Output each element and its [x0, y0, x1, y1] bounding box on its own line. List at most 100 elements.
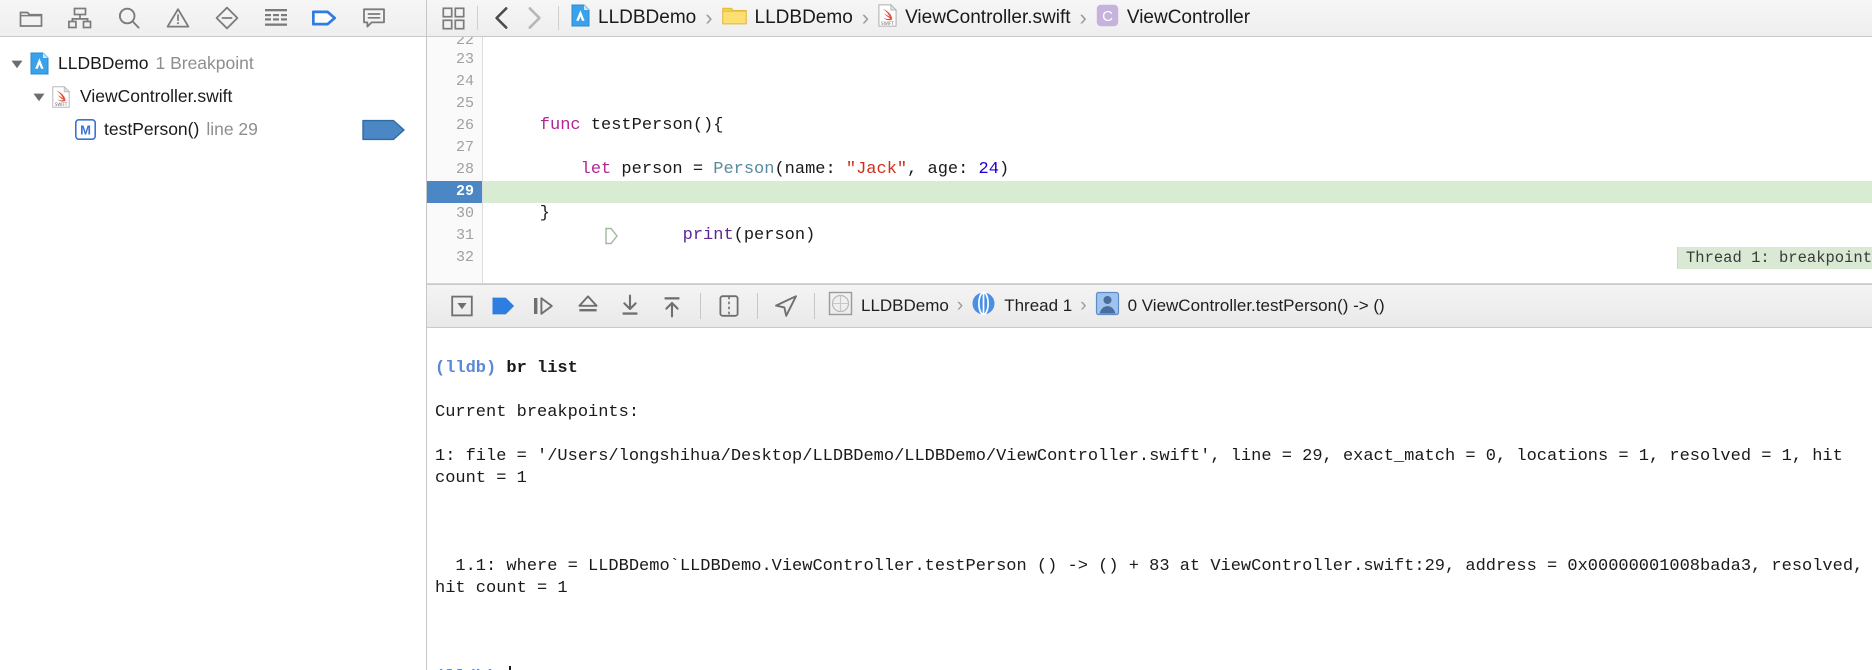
chevron-right-icon[interactable] — [518, 5, 550, 31]
debugbar-divider-1 — [700, 293, 701, 319]
project-name: LLDBDemo — [58, 53, 148, 74]
breadcrumb-item-symbol[interactable]: C ViewController — [1096, 4, 1250, 33]
breadcrumb-chevron-icon: › — [957, 295, 963, 317]
breadcrumb-item-project[interactable]: LLDBDemo — [571, 4, 696, 33]
code-line: let person = Person(name: "Jack", age: 2… — [483, 159, 1872, 181]
stack-frame-icon — [1095, 291, 1120, 321]
breadcrumb-item-file[interactable]: SWIFT ViewController.swift — [878, 4, 1070, 33]
warning-triangle-icon[interactable] — [165, 6, 191, 30]
console-output-blank — [435, 512, 1872, 534]
code-line-current: print(person) Thread 1: breakpoint — [483, 181, 1872, 203]
console-input-line[interactable]: (lldb) — [435, 666, 1872, 670]
thread-icon — [971, 291, 996, 321]
debugbar-divider-3 — [814, 293, 815, 319]
line-number-gutter[interactable]: 22 23 24 25 26 27 28 29 30 31 32 — [427, 37, 483, 283]
search-icon[interactable] — [116, 6, 142, 30]
step-out-up-icon[interactable] — [651, 291, 693, 321]
line-number: 23 — [427, 49, 482, 71]
class-c-icon: C — [1096, 4, 1119, 33]
text-caret — [509, 666, 511, 670]
hide-debug-area-icon[interactable] — [441, 291, 483, 321]
console-output-line: Current breakpoints: — [435, 402, 1872, 424]
breakpoint-count: 1 Breakpoint — [155, 53, 253, 74]
debug-breadcrumb-label: Thread 1 — [1004, 296, 1072, 316]
line-number: 22 — [427, 37, 482, 49]
navigator-panel: LLDBDemo 1 Breakpoint SWIFT ViewControll… — [0, 0, 427, 670]
breadcrumb-label: ViewController — [1127, 7, 1250, 29]
folder-yellow-icon — [722, 5, 747, 31]
breadcrumb-label: ViewController.swift — [905, 7, 1070, 29]
tree-row-breakpoint[interactable]: M testPerson() line 29 — [0, 113, 426, 146]
code-line — [483, 37, 1872, 49]
swift-file-icon: SWIFT — [878, 4, 897, 33]
breadcrumb: LLDBDemo › LLDBDemo › — [571, 4, 1250, 33]
debug-console[interactable]: (lldb) br list Current breakpoints: 1: f… — [427, 328, 1872, 670]
code-line: func testPerson(){ — [483, 115, 1872, 137]
debug-breadcrumb-label: 0 ViewController.testPerson() -> () — [1128, 296, 1385, 316]
breakpoint-navigator-tree: LLDBDemo 1 Breakpoint SWIFT ViewControll… — [0, 37, 426, 670]
tree-row-file[interactable]: SWIFT ViewController.swift — [0, 80, 426, 113]
jumpbar-divider-1 — [477, 6, 478, 30]
simulate-location-icon[interactable] — [765, 291, 807, 321]
code-line — [483, 49, 1872, 71]
svg-text:SWIFT: SWIFT — [881, 20, 894, 25]
chevron-left-icon[interactable] — [486, 5, 518, 31]
file-name: ViewController.swift — [80, 86, 232, 107]
report-bubble-icon[interactable] — [361, 6, 387, 30]
console-output-blank-2 — [435, 622, 1872, 644]
step-over-icon[interactable] — [525, 291, 567, 321]
test-diamond-icon[interactable] — [214, 6, 240, 30]
tree-row-project[interactable]: LLDBDemo 1 Breakpoint — [0, 47, 426, 80]
line-number: 25 — [427, 93, 482, 115]
console-output-line: 1: file = '/Users/longshihua/Desktop/LLD… — [435, 446, 1872, 490]
disclosure-spacer — [52, 119, 74, 141]
program-counter-icon — [483, 203, 497, 225]
console-output-line: 1.1: where = LLDBDemo`LLDBDemo.ViewContr… — [435, 556, 1872, 600]
step-into-icon[interactable] — [567, 291, 609, 321]
disclosure-triangle-file[interactable] — [28, 86, 50, 108]
code-line — [483, 137, 1872, 159]
method-badge-icon: M — [74, 118, 96, 142]
jumpbar-divider-2 — [558, 6, 559, 30]
line-number-current[interactable]: 29 — [427, 181, 482, 203]
lldb-prompt: (lldb) — [435, 359, 496, 378]
source-editor[interactable]: 22 23 24 25 26 27 28 29 30 31 32 func te… — [427, 37, 1872, 284]
breakpoint-line: line 29 — [206, 119, 258, 140]
jump-bar: LLDBDemo › LLDBDemo › — [427, 0, 1872, 37]
disclosure-triangle-project[interactable] — [6, 53, 28, 75]
thread-annotation[interactable]: Thread 1: breakpoint — [1677, 247, 1872, 269]
breakpoint-enabled-marker[interactable] — [362, 119, 406, 141]
debug-breadcrumb-item-thread[interactable]: Thread 1 — [971, 291, 1072, 321]
breadcrumb-item-group[interactable]: LLDBDemo — [722, 5, 853, 31]
debug-breadcrumb-item-frame[interactable]: 0 ViewController.testPerson() -> () — [1095, 291, 1385, 321]
line-number: 24 — [427, 71, 482, 93]
line-number: 26 — [427, 115, 482, 137]
swift-file-icon: SWIFT — [50, 85, 72, 109]
line-number: 32 — [427, 247, 482, 269]
related-items-icon[interactable] — [437, 5, 469, 31]
svg-text:M: M — [80, 122, 91, 137]
step-out-icon[interactable] — [609, 291, 651, 321]
continue-execution-icon[interactable] — [483, 291, 525, 321]
editor-area: LLDBDemo › LLDBDemo › — [427, 0, 1872, 670]
debug-view-hierarchy-icon[interactable] — [708, 291, 750, 321]
line-number: 31 — [427, 225, 482, 247]
hierarchy-icon[interactable] — [67, 6, 93, 30]
breadcrumb-label: LLDBDemo — [755, 7, 853, 29]
debug-bar: LLDBDemo › Thread 1 › 0 ViewController.t… — [427, 284, 1872, 328]
line-number: 28 — [427, 159, 482, 181]
code-text[interactable]: func testPerson(){ let person = Person(n… — [483, 37, 1872, 283]
process-icon — [828, 291, 853, 321]
debug-breadcrumb-item-process[interactable]: LLDBDemo — [828, 291, 949, 321]
breadcrumb-chevron-icon: › — [862, 5, 869, 31]
console-command: br list — [506, 359, 577, 378]
line-number: 30 — [427, 203, 482, 225]
console-command-line: (lldb) br list — [435, 358, 1872, 380]
line-number: 27 — [427, 137, 482, 159]
xcode-window: LLDBDemo 1 Breakpoint SWIFT ViewControll… — [0, 0, 1872, 670]
breakpoint-arrow-icon[interactable] — [312, 6, 338, 30]
folder-icon[interactable] — [18, 6, 44, 30]
code-line — [483, 93, 1872, 115]
list-lines-icon[interactable] — [263, 6, 289, 30]
code-line — [483, 247, 1872, 269]
